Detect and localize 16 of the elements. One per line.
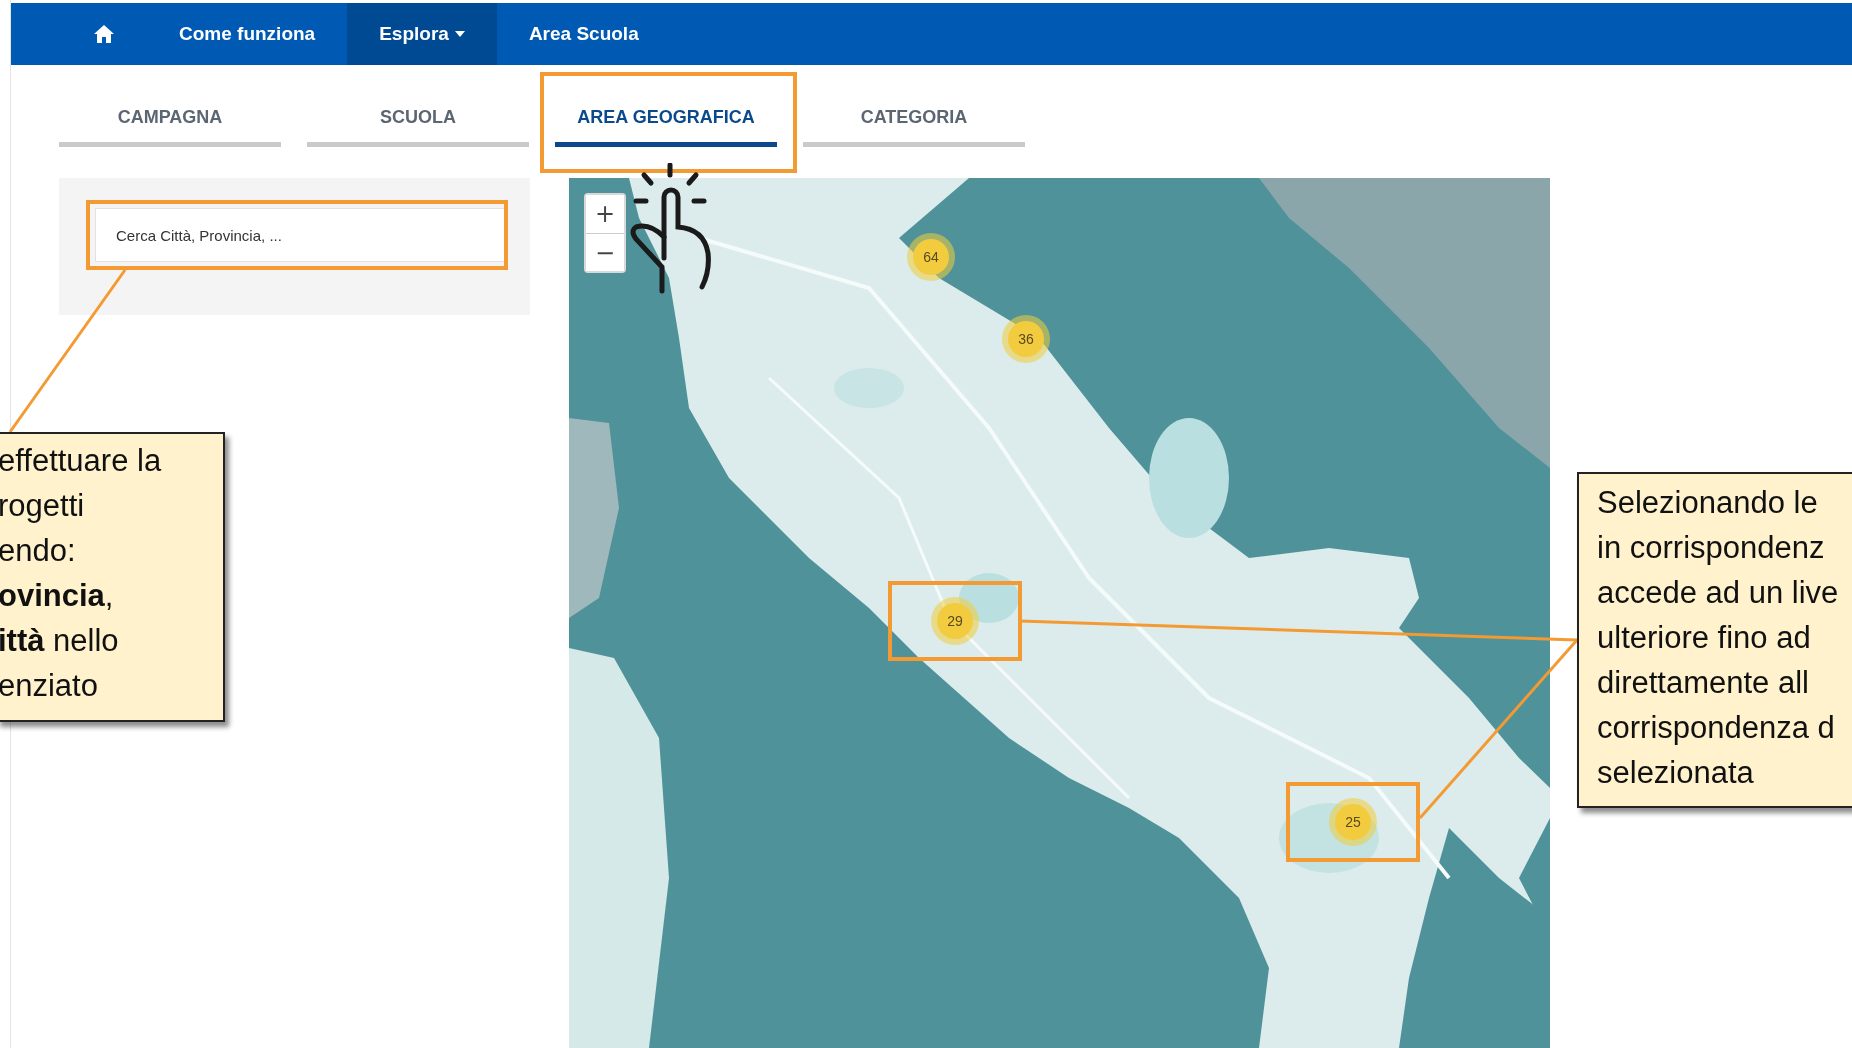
nav-link[interactable]: Esplora	[347, 3, 497, 65]
search-field[interactable]: Cerca Città, Provincia, ...	[95, 208, 505, 262]
cluster-marker[interactable]: 25	[1329, 798, 1377, 846]
home-icon	[93, 24, 115, 44]
tab[interactable]: SCUOLA	[307, 100, 529, 147]
tab[interactable]: CATEGORIA	[803, 100, 1025, 147]
cluster-marker[interactable]: 29	[931, 597, 979, 645]
callout-note: Selezionando le in corrispondenz accede ad un live ulteriore fino ad direttamente all corrispondenza d selezionata	[1577, 472, 1852, 808]
nav-link[interactable]: Come funziona	[147, 3, 348, 65]
cluster-marker[interactable]: 64	[907, 233, 955, 281]
zoom-out-button[interactable]: −	[586, 233, 624, 271]
cluster-marker[interactable]: 36	[1002, 315, 1050, 363]
callout-note: effettuare la rogetti endo: ovincia, ittà nello enziato	[0, 432, 225, 722]
tab[interactable]: CAMPAGNA	[59, 100, 281, 147]
tab[interactable]: AREA GEOGRAFICA	[555, 100, 777, 147]
nav-link[interactable]: Area Scuola	[496, 3, 671, 65]
